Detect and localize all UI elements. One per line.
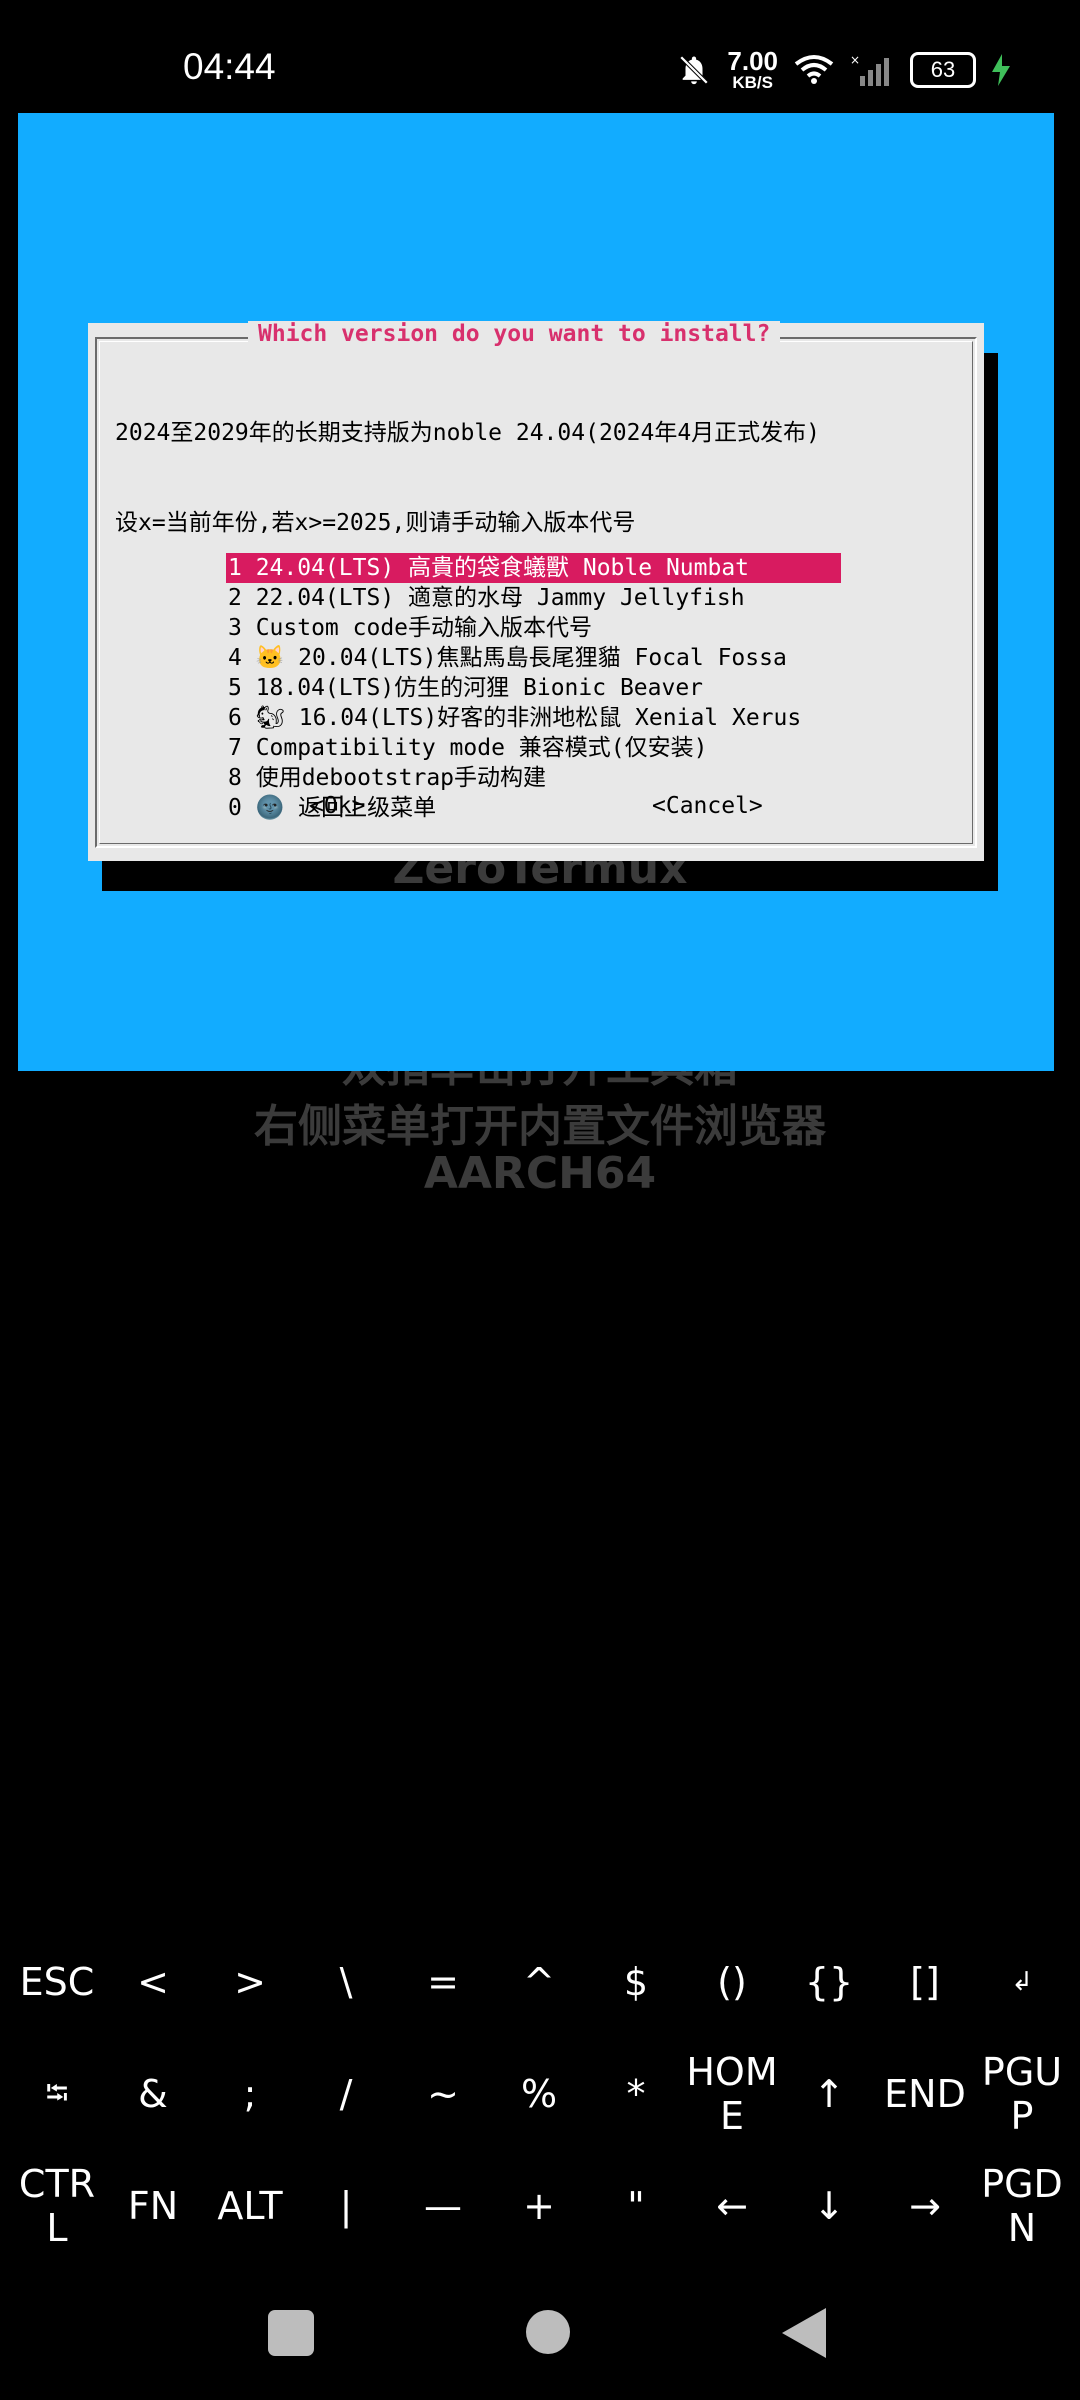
key-esc[interactable]: ESC (9, 1926, 105, 2038)
status-icons: 7.00 KB/S × 63 (677, 48, 1010, 91)
key-dollar[interactable]: $ (588, 1926, 684, 2038)
network-speed: 7.00 KB/S (727, 48, 778, 91)
key-greater-than[interactable]: > (202, 1926, 298, 2038)
key-caret[interactable]: ^ (491, 1926, 587, 2038)
version-menu: 1 24.04(LTS) 高貴的袋食蟻獸 Noble Numbat 2 22.0… (226, 553, 841, 823)
navigation-bar (0, 2262, 1080, 2400)
key-home[interactable]: HOME (684, 2038, 780, 2150)
key-arrow-left[interactable]: ← (684, 2150, 780, 2262)
key-fn[interactable]: FN (105, 2150, 201, 2262)
back-button[interactable] (782, 2308, 826, 2358)
key-arrow-up[interactable]: ↑ (781, 2038, 877, 2150)
key-parentheses[interactable]: () (684, 1926, 780, 2038)
key-plus[interactable]: + (491, 2150, 587, 2262)
svg-text:×: × (850, 54, 860, 67)
menu-item-noble[interactable]: 1 24.04(LTS) 高貴的袋食蟻獸 Noble Numbat (226, 553, 841, 583)
status-bar: 04:44 7.00 KB/S × 63 (0, 0, 1080, 110)
key-percent[interactable]: % (491, 2038, 587, 2150)
menu-item-jammy[interactable]: 2 22.04(LTS) 適意的水母 Jammy Jellyfish (226, 583, 841, 613)
description-line: 设x=当前年份,若x>=2025,则请手动输入版本代号 (115, 510, 636, 536)
key-arrow-down[interactable]: ↓ (781, 2150, 877, 2262)
key-pgdn[interactable]: PGDN (974, 2150, 1070, 2262)
key-asterisk[interactable]: * (588, 2038, 684, 2150)
key-pipe[interactable]: | (298, 2150, 394, 2262)
net-speed-value: 7.00 (727, 46, 778, 76)
watermark-line2: 右侧菜单打开内置文件浏览器 (254, 1101, 826, 1152)
menu-item-xenial[interactable]: 6 🐿 16.04(LTS)好客的非洲地松鼠 Xenial Xerus (226, 703, 841, 733)
dialog-title: Which version do you want to install? (248, 321, 781, 347)
key-backslash[interactable]: \ (298, 1926, 394, 2038)
version-dialog: Which version do you want to install? 20… (88, 321, 984, 861)
description-line: 2024至2029年的长期支持版为noble 24.04(2024年4月正式发布… (115, 420, 821, 446)
battery-indicator: 63 (910, 51, 976, 88)
ok-button[interactable]: <Ok> (310, 793, 365, 819)
wifi-icon (794, 54, 834, 84)
key-brackets[interactable]: [] (877, 1926, 973, 2038)
key-enter[interactable]: ↲ (974, 1926, 1070, 2038)
key-end[interactable]: END (877, 2038, 973, 2150)
clock: 04:44 (183, 46, 276, 87)
signal-icon: × (850, 54, 889, 86)
key-braces[interactable]: {} (781, 1926, 877, 2038)
cancel-button[interactable]: <Cancel> (652, 793, 763, 819)
key-slash[interactable]: / (298, 2038, 394, 2150)
net-speed-unit: KB/S (732, 73, 773, 92)
menu-item-custom-code[interactable]: 3 Custom code手动输入版本代号 (226, 613, 841, 643)
extra-keys-bar: ESC < > \ = ^ $ () {} [] ↲ ⭾ & ; / ~ % *… (0, 1926, 1080, 2262)
watermark-line3: AARCH64 (423, 1148, 657, 1199)
mute-bell-icon (680, 55, 709, 84)
key-alt[interactable]: ALT (202, 2150, 298, 2262)
menu-item-compatibility[interactable]: 7 Compatibility mode 兼容模式(仅安装) (226, 733, 841, 763)
key-pgup[interactable]: PGUP (974, 2038, 1070, 2150)
key-ampersand[interactable]: & (105, 2038, 201, 2150)
menu-item-bionic[interactable]: 5 18.04(LTS)仿生的河狸 Bionic Beaver (226, 673, 841, 703)
key-ctrl[interactable]: CTRL (9, 2150, 105, 2262)
recents-button[interactable] (268, 2310, 314, 2356)
key-equals[interactable]: = (395, 1926, 491, 2038)
key-tab[interactable]: ⭾ (9, 2038, 105, 2150)
charging-bolt-icon (992, 53, 1010, 86)
menu-item-focal[interactable]: 4 🐱 20.04(LTS)焦點馬島長尾狸貓 Focal Fossa (226, 643, 841, 673)
key-dash[interactable]: — (395, 2150, 491, 2262)
terminal-screen[interactable]: ZeroTermux Which version do you want to … (18, 113, 1054, 1071)
key-quote[interactable]: " (588, 2150, 684, 2262)
key-less-than[interactable]: < (105, 1926, 201, 2038)
home-button[interactable] (526, 2310, 570, 2354)
key-arrow-right[interactable]: → (877, 2150, 973, 2262)
key-semicolon[interactable]: ; (202, 2038, 298, 2150)
menu-item-debootstrap[interactable]: 8 使用debootstrap手动构建 (226, 763, 841, 793)
key-tilde[interactable]: ~ (395, 2038, 491, 2150)
